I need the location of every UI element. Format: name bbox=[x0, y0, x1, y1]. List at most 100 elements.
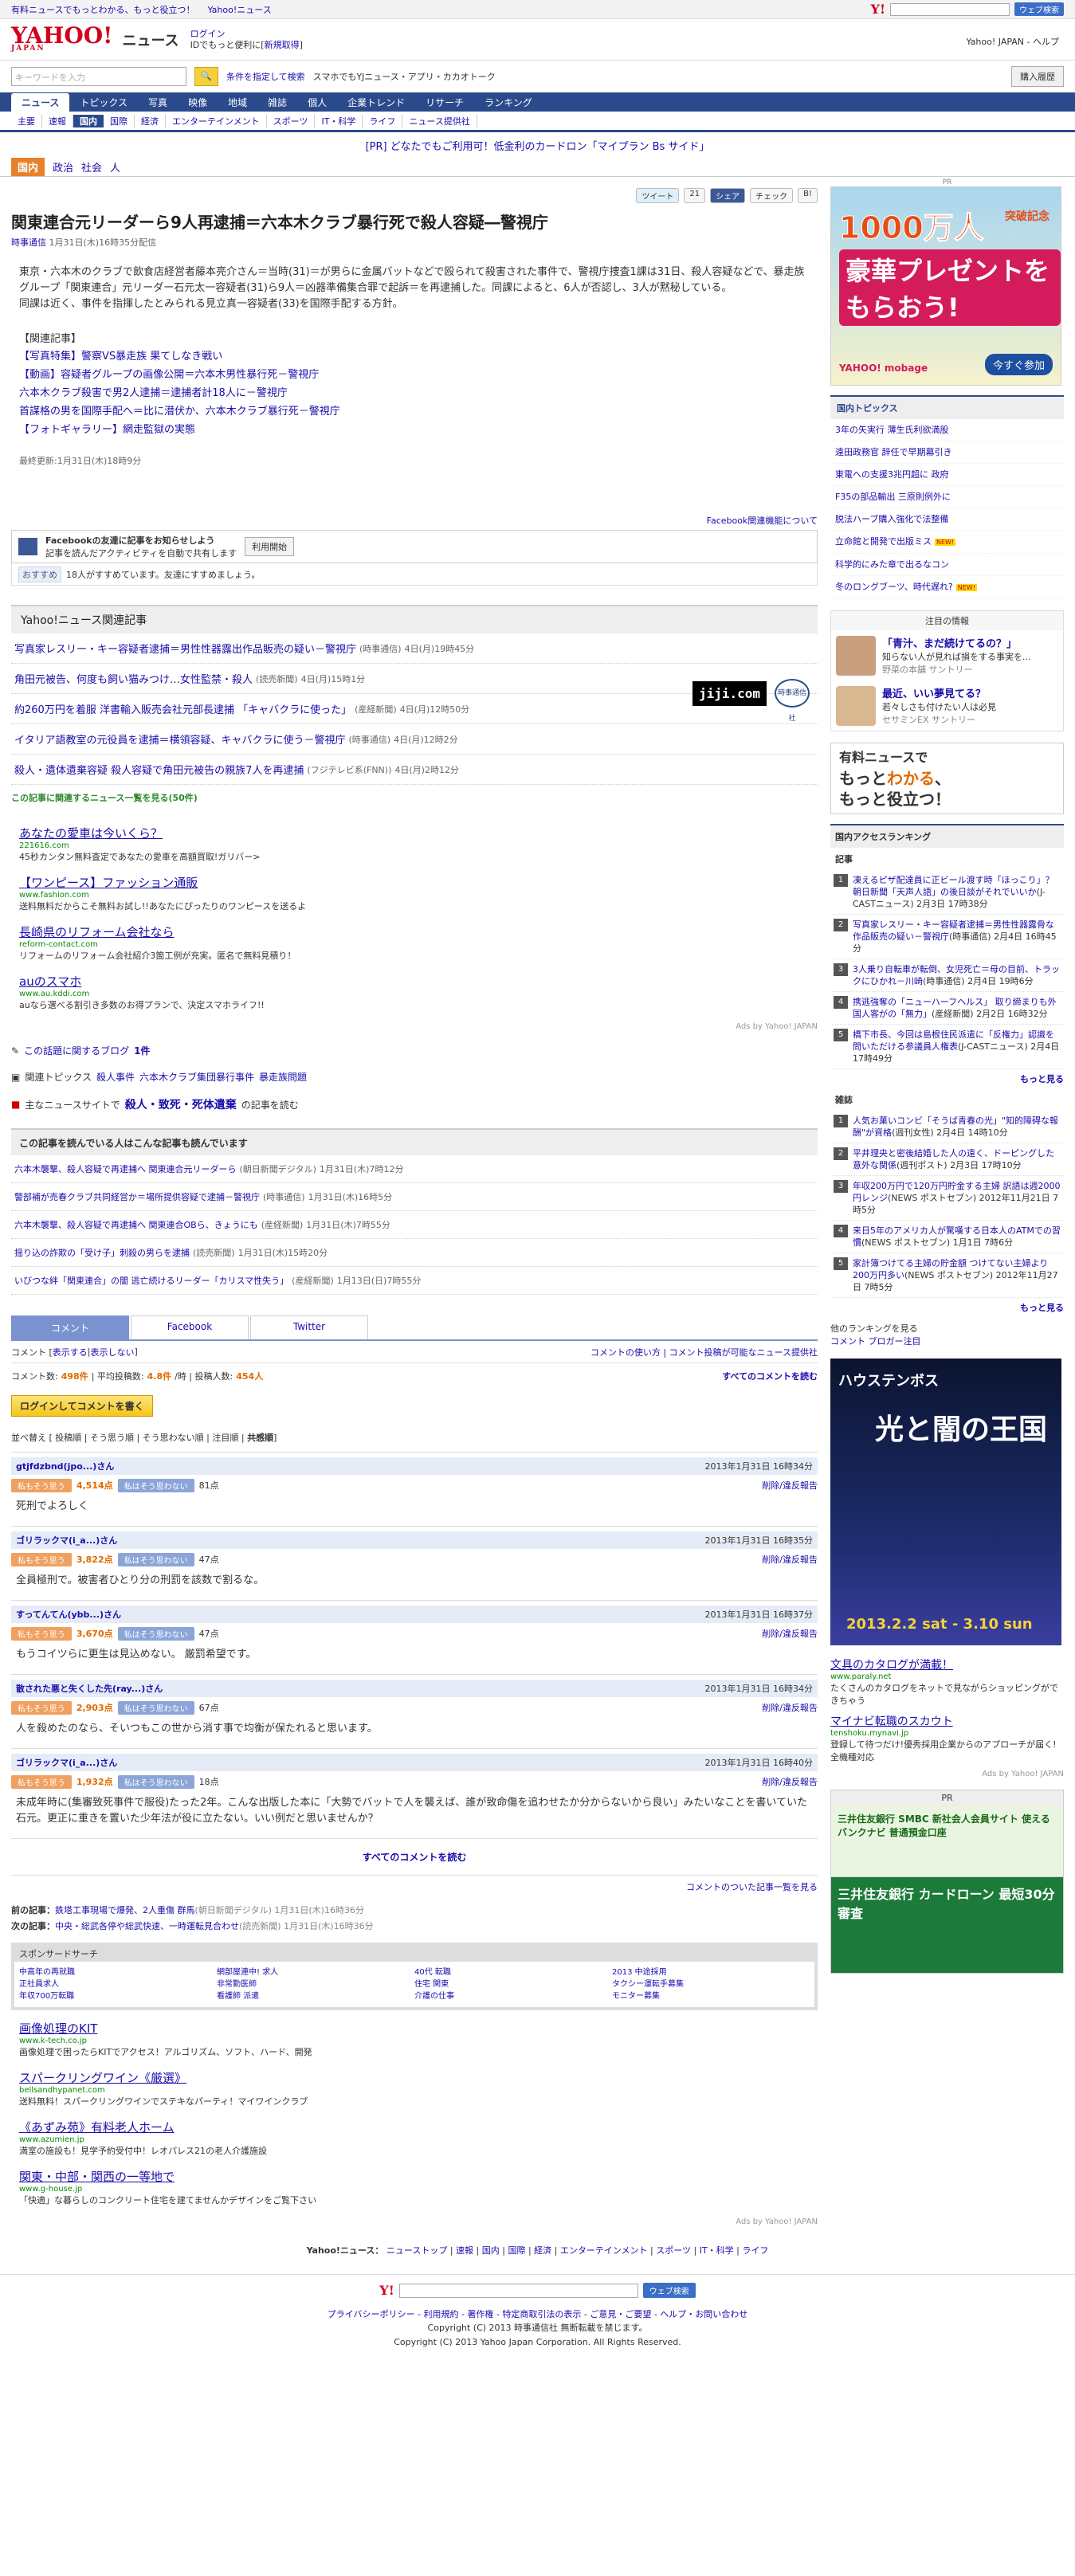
tab-comment[interactable]: コメント bbox=[11, 1315, 129, 1339]
footer-link[interactable]: スポーツ bbox=[656, 2245, 691, 2256]
yahoo-logo[interactable]: YAHOO! JAPAN bbox=[11, 24, 112, 53]
topic-item[interactable]: F35の部品輸出 三原則例外に bbox=[830, 486, 1064, 508]
disagree-button[interactable]: 私はそう思わない bbox=[117, 1774, 194, 1789]
advanced-search-link[interactable]: 条件を指定して検索 bbox=[226, 70, 305, 83]
magazine-more-link[interactable]: もっと見る bbox=[830, 1298, 1064, 1317]
mobage-banner[interactable]: 1000万人 突破記念 豪華プレゼントをもらおう! YAHOO! mobage … bbox=[830, 186, 1061, 386]
gnav-news[interactable]: ニュース bbox=[11, 93, 70, 112]
search-input[interactable]: キーワードを入力 bbox=[11, 67, 186, 86]
readers-row[interactable]: 六本木襲撃、殺人容疑で再逮捕へ 関東連合元リーダーら (朝日新聞デジタル) 1月31… bbox=[11, 1155, 818, 1183]
magazine-item[interactable]: 3 年収200万円で120万円貯金する主婦 訳語は週2000円レンジ(NEWS ポ… bbox=[830, 1176, 1064, 1221]
footer-link[interactable]: ニューストップ bbox=[386, 2245, 447, 2256]
gnav-personal[interactable]: 個人 bbox=[297, 93, 337, 112]
gnav-magazine[interactable]: 雑誌 bbox=[257, 93, 297, 112]
report-link[interactable]: 削除/違反報告 bbox=[762, 1553, 818, 1566]
comment-provider-link[interactable]: コメント投稿が可能なニュース提供社 bbox=[669, 1347, 818, 1358]
commented-articles-link[interactable]: コメントのついた記事一覧を見る bbox=[11, 1880, 818, 1893]
comment-user[interactable]: 散された悪と失くした先(ray...)さん bbox=[16, 1682, 163, 1695]
hatena-button[interactable]: B! bbox=[798, 188, 818, 203]
subnav-domestic[interactable]: 国内 bbox=[73, 114, 104, 127]
tweet-button[interactable]: ツイート bbox=[636, 188, 680, 203]
ranking-item[interactable]: 2 写真家レスリー・キー容疑者逮捕＝男性性器露骨な作品販売の疑い－警視庁(時事通信… bbox=[830, 915, 1064, 959]
disagree-button[interactable]: 私はそう思わない bbox=[117, 1626, 194, 1641]
footer-link[interactable]: 国際 bbox=[508, 2245, 525, 2256]
jiji-logo[interactable]: jiji.com bbox=[692, 680, 767, 706]
footer-search-input[interactable] bbox=[398, 2283, 638, 2298]
sponsor-link[interactable]: 40代 転職 bbox=[414, 1966, 612, 1978]
gnav-photo[interactable]: 写真 bbox=[138, 93, 178, 112]
ad-item[interactable]: スパークリングワイン《厳選》 bellsandhypanet.com 送料無料！スパ… bbox=[19, 2069, 818, 2107]
search-icon[interactable]: 🔍 bbox=[194, 67, 218, 86]
facebook-start-button[interactable]: 利用開始 bbox=[245, 537, 295, 556]
topic-item[interactable]: 立命館と開発で出版ミス NEW! bbox=[830, 531, 1064, 554]
footer-search-button[interactable]: ウェブ検索 bbox=[642, 2283, 696, 2298]
agree-button[interactable]: 私もそう思う bbox=[11, 1478, 72, 1492]
gnav-video[interactable]: 映像 bbox=[178, 93, 218, 112]
blog-link[interactable]: この話題に関するブログ bbox=[24, 1044, 129, 1057]
agree-button[interactable]: 私もそう思う bbox=[11, 1552, 72, 1566]
ad-item[interactable]: auのスマホ www.au.kddi.com auなら選べる割引き多数のお得プランで… bbox=[19, 973, 818, 1011]
report-link[interactable]: 削除/違反報告 bbox=[762, 1701, 818, 1714]
readers-row[interactable]: 警部補が売春クラブ共同経営か＝場所提供容疑で逮捕－警視庁 (時事通信) 1月31日(… bbox=[11, 1183, 818, 1211]
ad-item[interactable]: 関東・中部・関西の一等地で www.g-house.jp 「快適」な暮らしのコンクリ… bbox=[19, 2168, 818, 2206]
comment-user[interactable]: gtjfdzbnd(jpo...)さん bbox=[16, 1460, 114, 1472]
ad-item[interactable]: マイナビ転職のスカウト tenshoku.mynavi.jp 登録して待つだけ!優秀… bbox=[830, 1713, 1064, 1763]
ranking-item[interactable]: 5 橋下市長、今回は島根住民派遣に「反権力」認識を問いただける参議員人権表(J-C… bbox=[830, 1025, 1064, 1069]
purchase-history-button[interactable]: 購入履歴 bbox=[1011, 66, 1064, 87]
footer-link[interactable]: 国内 bbox=[482, 2245, 500, 2256]
ranking-item[interactable]: 3 3人乗り自転車が転倒、女児死亡＝母の目前、トラックにひかれ－川崎(時事通信) … bbox=[830, 959, 1064, 992]
login-link[interactable]: ログイン bbox=[190, 29, 303, 40]
report-link[interactable]: 削除/違反報告 bbox=[762, 1775, 818, 1788]
sponsor-link[interactable]: 網部屋連中! 求人 bbox=[217, 1966, 414, 1978]
related-news-row[interactable]: 写真家レスリー・キー容疑者逮捕＝男性性器露出作品販売の疑い－警視庁 (時事通信) 4… bbox=[11, 633, 818, 664]
readers-row[interactable]: 六本木襲撃、殺人容疑で再逮捕へ 関東連合OBら、きょうにも (産経新聞) 1月31日… bbox=[11, 1211, 818, 1239]
related-news-row[interactable]: 殺人・遺体遺棄容疑 殺人容疑で角田元被告の親族7人を再逮捕 (フジテレビ系(FNN… bbox=[11, 755, 818, 785]
subnav-economy[interactable]: 経済 bbox=[135, 114, 166, 127]
readers-row[interactable]: 揺り込の詐欺の「受け子」刺殺の男らを逮捕 (読売新聞) 1月31日(木)15時20分 bbox=[11, 1239, 818, 1267]
subnav-intl[interactable]: 国際 bbox=[104, 114, 135, 127]
related-link[interactable]: 【動画】容疑者グループの画像公開＝六本木男性暴行死－警視庁 bbox=[19, 366, 814, 384]
ranking-item[interactable]: 1 凍えるピザ配達員に正ビール渡す時「ほっこり」？朝日新聞「天声人語」の後日談がそ… bbox=[830, 870, 1064, 915]
related-link[interactable]: 六本木クラブ殺害で男2人逮捕＝逮捕者計18人に－警視庁 bbox=[19, 384, 814, 402]
header-right-links[interactable]: Yahoo! JAPAN - ヘルプ bbox=[966, 35, 1059, 48]
gnav-topics[interactable]: トピックス bbox=[69, 93, 138, 112]
related-news-more[interactable]: この記事に関連するニュース一覧を見る(50件) bbox=[11, 791, 818, 804]
ad-item[interactable]: 文具のカタログが満載！ www.paraly.net たくさんのカタログをネットで見… bbox=[830, 1657, 1064, 1707]
comment-sort-bar[interactable]: 並べ替え [ 投稿順 | そう思う順 | そう思わない順 | 注目順 | 共感順… bbox=[11, 1423, 818, 1453]
smbc-loan-banner[interactable]: 三井住友銀行 カードローン 最短30分審査 bbox=[831, 1877, 1063, 1973]
topic-item[interactable]: 脱法ハーブ購入強化で法整備 bbox=[830, 508, 1064, 531]
cat-politics[interactable]: 政治 bbox=[53, 159, 73, 174]
footer-link[interactable]: ライフ bbox=[742, 2245, 768, 2256]
like-button[interactable]: おすすめ bbox=[18, 566, 61, 582]
comment-user[interactable]: ゴリラックマ(i_a...)さん bbox=[16, 1756, 117, 1769]
top-search-button[interactable]: ウェブ検索 bbox=[1014, 2, 1064, 16]
related-link[interactable]: 【フォトギャラリー】網走監獄の実態 bbox=[19, 421, 814, 439]
next-article-link[interactable]: 中央・総武各停や総武快速、一時運転見合わせ bbox=[55, 1921, 239, 1931]
related-link[interactable]: 【写真特集】警察VS暴走族 果てしなき戦い bbox=[19, 347, 814, 366]
cat-society[interactable]: 社会 bbox=[81, 159, 102, 174]
magazine-item[interactable]: 1 人気お菓いコンビ「そうば青春の光」"知的障碍な報酬"が資格(週刊女性) 2月4… bbox=[830, 1111, 1064, 1143]
pr-text-ad[interactable]: [PR] どなたでもご利用可！低金利のカードロン「マイプラン Bs サイド」 bbox=[0, 132, 1075, 158]
topic-link[interactable]: 六本木クラブ集団暴行事件 bbox=[139, 1070, 254, 1084]
related-link[interactable]: 首謀格の男を国際手配へ＝比に潜伏か、六本木クラブ暴行死－警視庁 bbox=[19, 402, 814, 421]
paid-news-banner[interactable]: 有料ニュースで もっとわかる、 もっと役立つ！ bbox=[830, 743, 1064, 814]
featured-item[interactable]: 「青汁、まだ続けてるの？」 知らない人が見れば損をする事実を... 野菜の本舗 サン… bbox=[831, 630, 1063, 680]
report-link[interactable]: 削除/違反報告 bbox=[762, 1627, 818, 1640]
subnav-life[interactable]: ライフ bbox=[363, 114, 403, 127]
blogger-ranking-link[interactable]: ブロガー注目 bbox=[869, 1336, 921, 1347]
app-links[interactable]: スマホでもYJニュース・アプリ・カカオトーク bbox=[313, 70, 496, 83]
subnav-flash[interactable]: 速報 bbox=[42, 114, 73, 127]
ad-item[interactable]: 《あずみ苑》有料老人ホーム www.azumien.jp 満室の施設も！見学予約受付… bbox=[19, 2119, 818, 2157]
sponsor-link[interactable]: 正社員求人 bbox=[19, 1978, 217, 1990]
subnav-main[interactable]: 主要 bbox=[11, 114, 42, 127]
footer-link[interactable]: 速報 bbox=[456, 2245, 473, 2256]
ad-item[interactable]: 【ワンピース】ファッション通販 www.fashion.com 送料無料だからこそ無… bbox=[19, 874, 818, 912]
smbc-bank-banner[interactable]: 三井住友銀行 SMBC 新社会人会員サイト 使えるバンクナビ 普通預金口座 bbox=[831, 1806, 1063, 1877]
comment-user[interactable]: ゴリラックマ(i_a...)さん bbox=[16, 1534, 117, 1547]
gnav-trend[interactable]: 企業トレンド bbox=[337, 93, 415, 112]
sponsor-link[interactable]: 住宅 関東 bbox=[414, 1978, 612, 1990]
gnav-local[interactable]: 地域 bbox=[218, 93, 257, 112]
blog-count[interactable]: 1件 bbox=[134, 1044, 150, 1057]
disagree-button[interactable]: 私はそう思わない bbox=[117, 1700, 194, 1715]
prev-article-link[interactable]: 鉄塔工事現場で爆発、2人重傷 群馬 bbox=[55, 1905, 195, 1915]
